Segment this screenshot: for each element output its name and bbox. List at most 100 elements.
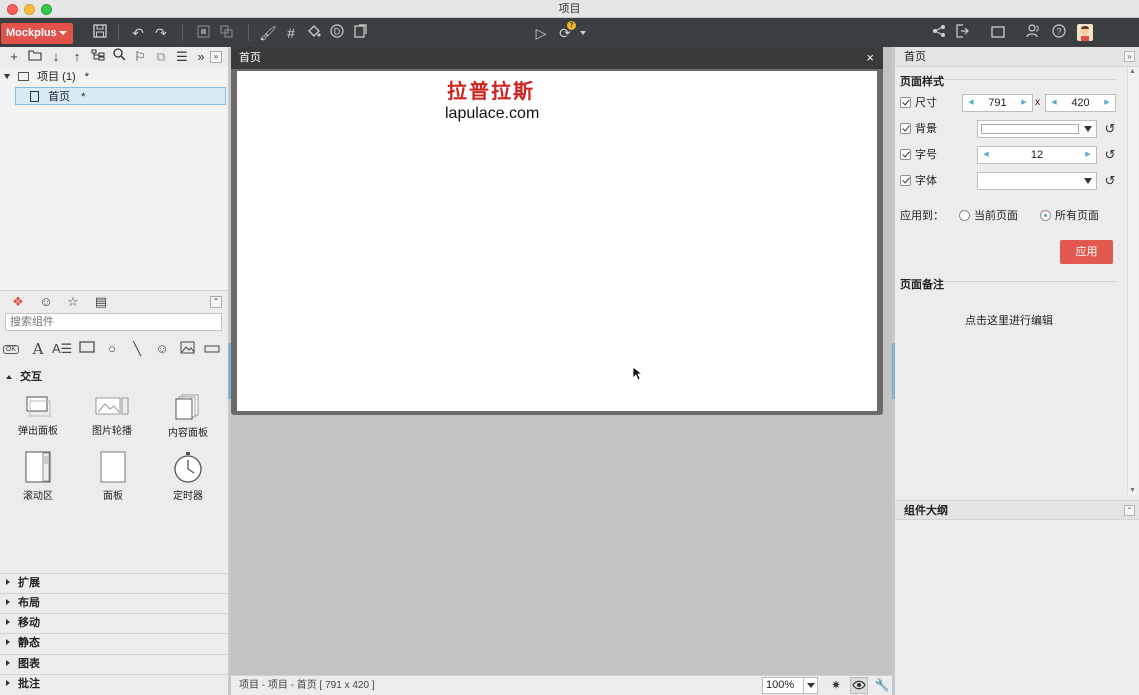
decrement-icon[interactable]: ◀ (1049, 95, 1059, 111)
component-scroll-area[interactable]: 滚动区 (8, 451, 68, 502)
image-component-icon[interactable] (177, 341, 197, 357)
input-component-icon[interactable] (202, 341, 222, 357)
background-color-select[interactable] (977, 120, 1097, 138)
category-interaction[interactable]: 交互 (0, 367, 228, 387)
line-component-icon[interactable]: ╲ (127, 341, 147, 357)
decrement-icon[interactable]: ◀ (966, 95, 976, 111)
component-search-input[interactable] (5, 313, 222, 331)
width-stepper[interactable]: ◀ 791 ▶ (962, 94, 1033, 112)
close-window-button[interactable] (7, 4, 18, 15)
eye-icon[interactable] (850, 677, 868, 694)
category-annotation[interactable]: 批注 (0, 674, 228, 694)
properties-scrollbar[interactable]: ▲ ▼ (1127, 67, 1137, 495)
star-tab-icon[interactable]: ☆ (61, 293, 85, 311)
help-icon[interactable]: ? (1049, 23, 1069, 43)
search-icon[interactable] (110, 48, 128, 66)
component-content-panel[interactable]: 内容面板 (158, 394, 218, 439)
button-component-icon[interactable]: OK (3, 345, 19, 354)
scroll-up-icon[interactable]: ▲ (1129, 68, 1136, 75)
component-timer[interactable]: 定时器 (158, 451, 218, 502)
move-down-icon[interactable]: ↓ (47, 48, 65, 66)
tree-item-project[interactable]: 项目 (1) * (4, 68, 89, 86)
add-page-icon[interactable]: + (5, 48, 23, 66)
save-icon[interactable] (90, 23, 110, 43)
chevron-down-icon[interactable] (580, 31, 586, 35)
brush-icon[interactable]: 🖌 (258, 23, 278, 43)
chevron-down-icon[interactable] (1084, 178, 1092, 184)
export-icon[interactable] (350, 23, 370, 43)
apply-button[interactable]: 应用 (1060, 240, 1113, 264)
frame-icon[interactable] (988, 23, 1008, 43)
logo-chinese-text[interactable]: 拉普拉斯 (447, 75, 535, 104)
expand-icon[interactable]: ⌃ (1124, 505, 1135, 516)
reset-icon[interactable]: ↺ (1103, 148, 1117, 162)
brand-menu-button[interactable]: Mockplus (1, 23, 73, 44)
font-size-checkbox[interactable] (900, 149, 911, 160)
paragraph-component-icon[interactable]: A☰ (52, 341, 72, 357)
increment-icon[interactable]: ▶ (1102, 95, 1112, 111)
text-component-icon[interactable]: A (28, 341, 48, 357)
emoji-tab-icon[interactable]: ☺ (34, 293, 58, 311)
fill-icon[interactable] (304, 23, 324, 43)
tree-structure-icon[interactable] (89, 48, 107, 66)
background-checkbox[interactable] (900, 123, 911, 134)
chevron-down-icon[interactable] (803, 678, 817, 693)
collapse-icon[interactable]: » (210, 51, 222, 63)
ungroup-icon[interactable] (216, 23, 236, 43)
reset-icon[interactable]: ↺ (1103, 174, 1117, 188)
font-family-select[interactable] (977, 172, 1097, 190)
copy-icon[interactable]: ⧉ (152, 48, 170, 66)
component-panel[interactable]: 面板 (83, 451, 143, 502)
move-up-icon[interactable]: ↑ (68, 48, 86, 66)
user-avatar[interactable] (1077, 24, 1093, 41)
play-icon[interactable]: ▷ (531, 23, 551, 43)
close-icon[interactable]: × (866, 47, 874, 69)
exit-icon[interactable] (952, 23, 972, 43)
group-icon[interactable] (193, 23, 213, 43)
font-size-value[interactable]: 12 (1031, 149, 1043, 161)
rectangle-component-icon[interactable] (77, 341, 97, 357)
grid-icon[interactable]: # (281, 23, 301, 43)
wrench-icon[interactable]: 🔧 (873, 677, 891, 694)
font-size-stepper[interactable]: ◀ 12 ▶ (977, 146, 1097, 164)
redo-icon[interactable]: ↷ (151, 23, 171, 43)
increment-icon[interactable]: ▶ (1083, 147, 1093, 163)
chevron-down-icon[interactable] (4, 74, 10, 79)
notes-edit-hint[interactable]: 点击这里进行编辑 (965, 312, 1053, 328)
zoom-window-button[interactable] (41, 4, 52, 15)
width-value[interactable]: 791 (988, 97, 1006, 109)
apply-all-radio[interactable]: 所有页面 (1040, 207, 1099, 225)
components-tab-icon[interactable]: ❖ (6, 293, 30, 311)
category-mobile[interactable]: 移动 (0, 613, 228, 633)
chevron-down-icon[interactable] (1084, 126, 1092, 132)
share-icon[interactable] (929, 23, 949, 43)
radio-button-selected[interactable] (1040, 210, 1051, 221)
circle-component-icon[interactable]: ○ (102, 341, 122, 357)
zoom-select[interactable]: 100% (762, 677, 818, 694)
category-chart[interactable]: 图表 (0, 654, 228, 674)
add-folder-icon[interactable] (26, 48, 44, 66)
size-checkbox[interactable] (900, 97, 911, 108)
minimize-window-button[interactable] (24, 4, 35, 15)
d-icon[interactable]: D (327, 23, 347, 43)
collapse-icon[interactable]: » (1124, 51, 1135, 62)
logo-domain-text[interactable]: lapulace.com (445, 105, 539, 123)
increment-icon[interactable]: ▶ (1019, 95, 1029, 111)
collapse-icon[interactable]: ⌃ (210, 296, 222, 308)
scroll-down-icon[interactable]: ▼ (1129, 487, 1136, 494)
page-canvas[interactable]: 拉普拉斯 lapulace.com (237, 71, 877, 411)
decrement-icon[interactable]: ◀ (981, 147, 991, 163)
list-icon[interactable]: ☰ (173, 48, 191, 66)
height-stepper[interactable]: ◀ 420 ▶ (1045, 94, 1116, 112)
more-icon[interactable]: » (192, 48, 210, 66)
team-icon[interactable] (1023, 23, 1043, 43)
component-image-carousel[interactable]: 图片轮播 (82, 394, 142, 437)
component-popup-panel[interactable]: 弹出面板 (8, 394, 68, 437)
flag-icon[interactable]: ⚐ (131, 48, 149, 66)
category-static[interactable]: 静态 (0, 633, 228, 653)
brightness-icon[interactable]: ✷ (827, 677, 845, 694)
category-layout[interactable]: 布局 (0, 593, 228, 613)
undo-icon[interactable]: ↶ (128, 23, 148, 43)
apply-current-radio[interactable]: 当前页面 (959, 207, 1018, 225)
template-tab-icon[interactable]: ▤ (89, 293, 113, 311)
